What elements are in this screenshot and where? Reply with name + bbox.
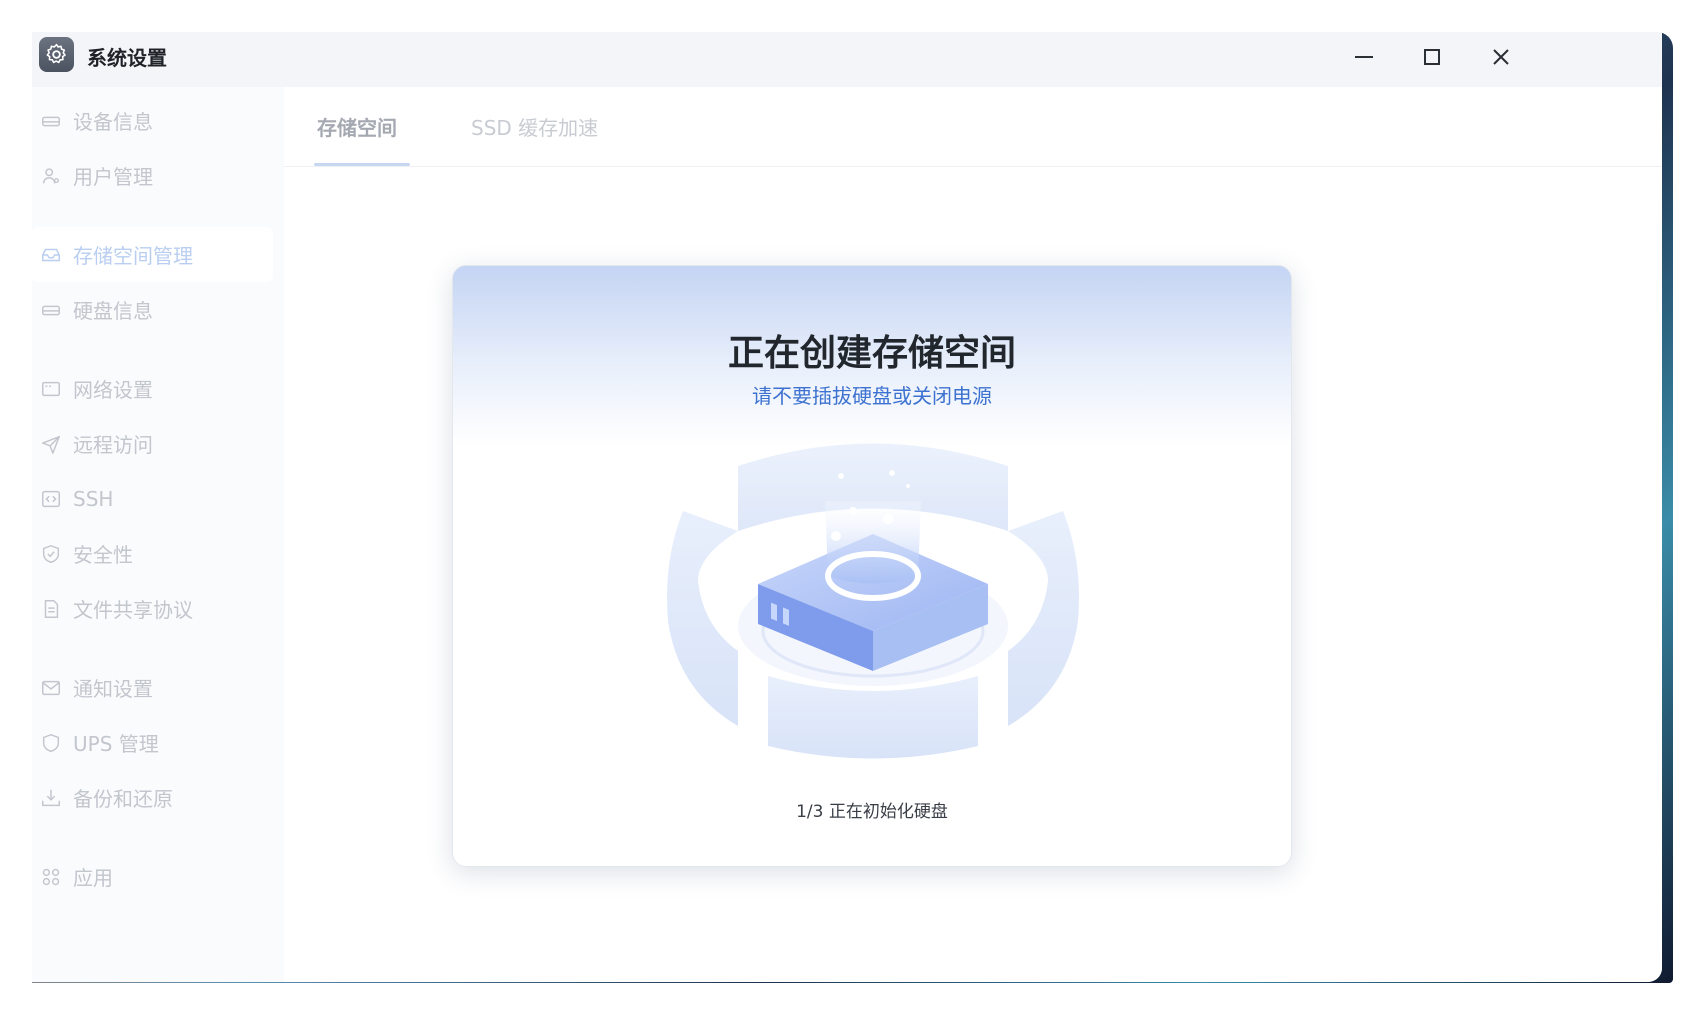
sidebar-item-label: UPS 管理: [73, 732, 159, 756]
sidebar-item-file[interactable]: 文件共享协议: [32, 581, 284, 636]
window-title: 系统设置: [87, 46, 167, 70]
storage-icon: [40, 244, 62, 266]
send-icon: [40, 433, 62, 455]
download-icon: [40, 787, 62, 809]
user-icon: [40, 165, 62, 187]
sidebar-group: 应用: [32, 849, 284, 904]
sidebar-item-disk[interactable]: 硬盘信息: [32, 282, 284, 337]
disk-icon: [40, 299, 62, 321]
sidebar-group: 网络设置远程访问 SSH 安全性文件共享协议: [32, 361, 284, 636]
sidebar: 设备信息 用户管理 存储空间管理 硬盘信息 网络设置 远程访问 SSH 安全性 文件共享协议 通知…: [32, 87, 284, 982]
sidebar-item-label: 硬盘信息: [73, 299, 153, 323]
maximize-button[interactable]: [1417, 42, 1447, 72]
sidebar-item-label: 用户管理: [73, 165, 153, 189]
network-icon: [40, 378, 62, 400]
sidebar-item-label: 文件共享协议: [73, 598, 193, 622]
tab-storage-space[interactable]: 存储空间: [317, 112, 397, 141]
sidebar-item-label: SSH: [73, 486, 114, 511]
file-icon: [40, 598, 62, 620]
code-icon: [40, 488, 62, 510]
sidebar-item-label: 远程访问: [73, 433, 153, 457]
minimize-button[interactable]: [1349, 42, 1379, 72]
sidebar-item-label: 应用: [73, 866, 113, 890]
tab-ssd-cache[interactable]: SSD 缓存加速: [471, 112, 598, 141]
sidebar-item-storage[interactable]: 存储空间管理: [32, 227, 273, 282]
sidebar-item-send[interactable]: 远程访问: [32, 416, 284, 471]
sidebar-item-download[interactable]: 备份和还原: [32, 770, 284, 825]
sidebar-item-label: 安全性: [73, 543, 133, 567]
sidebar-item-code[interactable]: SSH: [32, 471, 284, 526]
sidebar-item-user[interactable]: 用户管理: [32, 148, 284, 203]
sidebar-item-label: 网络设置: [73, 378, 153, 402]
sidebar-item-device[interactable]: 设备信息: [32, 93, 284, 148]
mail-icon: [40, 677, 62, 699]
device-icon: [40, 110, 62, 132]
sidebar-item-network[interactable]: 网络设置: [32, 361, 284, 416]
sidebar-item-label: 通知设置: [73, 677, 153, 701]
sidebar-group: 通知设置 UPS 管理 备份和还原: [32, 660, 284, 825]
sidebar-item-label: 设备信息: [73, 110, 153, 134]
sidebar-item-label: 备份和还原: [73, 787, 173, 811]
sidebar-group: 存储空间管理 硬盘信息: [32, 227, 284, 337]
gear-icon: [39, 37, 74, 72]
sidebar-item-apps[interactable]: 应用: [32, 849, 284, 904]
dialog-subtitle: 请不要插拔硬盘或关闭电源: [752, 384, 992, 408]
title-bar: 系统设置: [32, 32, 1662, 87]
sidebar-group: 设备信息 用户管理: [32, 93, 284, 203]
sidebar-item-shield[interactable]: UPS 管理: [32, 715, 284, 770]
shield-check-icon: [40, 543, 62, 565]
sidebar-item-shield-check[interactable]: 安全性: [32, 526, 284, 581]
tab-bar: 存储空间 SSD 缓存加速: [284, 87, 1662, 167]
creating-storage-dialog: 正在创建存储空间 请不要插拔硬盘或关闭电源 1/3 正在初始化硬盘: [452, 265, 1292, 867]
apps-icon: [40, 866, 62, 888]
sidebar-item-mail[interactable]: 通知设置: [32, 660, 284, 715]
progress-status-text: 1/3 正在初始化硬盘: [796, 802, 948, 822]
dialog-title: 正在创建存储空间: [727, 333, 1016, 374]
active-tab-underline: [314, 163, 410, 166]
close-button[interactable]: [1486, 42, 1516, 72]
settings-window: 系统设置 设备信息用户管理存储空间管理 硬盘信息网络设置远程访问 SSH 安全性文件共…: [32, 32, 1662, 982]
shield-icon: [40, 732, 62, 754]
disk-creating-illustration: [663, 441, 1083, 761]
sidebar-item-label: 存储空间管理: [73, 244, 193, 268]
